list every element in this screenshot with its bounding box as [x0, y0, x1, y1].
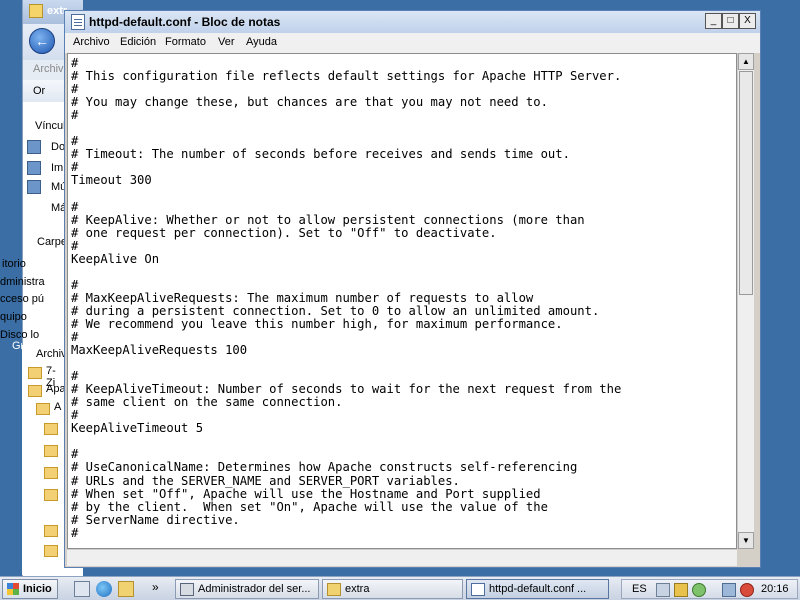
images-icon [27, 161, 41, 175]
explorer-sidebar-items: itorio dministra cceso pú quipo Disco lo [0, 250, 64, 360]
show-desktop-icon[interactable] [74, 581, 90, 597]
menu-bar: Archivo Edición Formato Ver Ayuda [65, 33, 760, 53]
scroll-up-icon[interactable]: ▲ [738, 53, 754, 70]
folder-icon [28, 367, 42, 379]
favorite-links-header: Víncul [35, 120, 66, 132]
vertical-scrollbar[interactable]: ▲ ▼ [737, 53, 754, 549]
tree-item-apache-sub[interactable]: A [54, 401, 61, 413]
clock[interactable]: 20:16 [761, 583, 789, 595]
notepad-title-bar[interactable]: httpd-default.conf - Bloc de notas _ □ X [65, 11, 760, 33]
quicklaunch-overflow-icon[interactable]: » [152, 580, 159, 594]
start-button[interactable]: Inicio [2, 579, 58, 599]
notepad-window[interactable]: httpd-default.conf - Bloc de notas _ □ X… [64, 10, 761, 568]
folder-icon [327, 583, 341, 596]
close-button[interactable]: X [739, 13, 756, 29]
explorer-quicklaunch-icon[interactable] [118, 581, 134, 597]
task-notepad[interactable]: httpd-default.conf ... [466, 579, 609, 599]
tree-item-apache[interactable]: Apa [46, 383, 66, 395]
menu-archivo[interactable]: Archivo [73, 36, 110, 48]
task-label: httpd-default.conf ... [489, 583, 587, 595]
notepad-icon [71, 14, 85, 30]
menu-formato[interactable]: Formato [165, 36, 206, 48]
windows-logo-icon [7, 583, 19, 595]
explorer-tree-items: Archiv 7-Zi Apa A [22, 345, 67, 575]
documents-icon [27, 140, 41, 154]
taskbar: Inicio » Administrador del ser... extra … [0, 576, 800, 600]
sidebar-item-acceso-publico[interactable]: cceso pú [0, 293, 44, 305]
maximize-button[interactable]: □ [722, 13, 739, 29]
notepad-icon [471, 583, 485, 596]
task-label: Administrador del ser... [198, 583, 311, 595]
start-label: Inicio [23, 583, 52, 595]
task-label: extra [345, 583, 370, 595]
sidebar-item-equipo[interactable]: quipo [0, 311, 27, 323]
update-icon[interactable] [692, 583, 706, 597]
folder-icon [44, 525, 58, 537]
task-server-manager[interactable]: Administrador del ser... [175, 579, 319, 599]
volume-muted-icon[interactable] [740, 583, 754, 597]
text-editor-area[interactable]: # # This configuration file reflects def… [67, 53, 737, 549]
bottom-border [67, 549, 737, 566]
menu-ver[interactable]: Ver [218, 36, 235, 48]
system-tray: ES 20:16 [621, 579, 798, 599]
network-icon[interactable] [656, 583, 670, 597]
menu-edicion[interactable]: Edición [120, 36, 156, 48]
server-manager-icon [180, 583, 194, 596]
folder-icon [36, 403, 50, 415]
internet-explorer-icon[interactable] [96, 581, 112, 597]
folder-icon [44, 445, 58, 457]
folder-icon [28, 385, 42, 397]
explorer-organize-label: Or [33, 85, 46, 97]
music-icon [27, 180, 41, 194]
task-extra[interactable]: extra [322, 579, 463, 599]
resize-corner[interactable] [737, 549, 754, 566]
scrollbar-thumb[interactable] [739, 71, 753, 295]
sidebar-item-directorio[interactable]: itorio [2, 258, 26, 270]
file-content[interactable]: # # This configuration file reflects def… [68, 54, 736, 540]
back-arrow-icon[interactable]: ← [29, 28, 55, 54]
folder-icon [44, 545, 58, 557]
sidebar-item-administracion[interactable]: dministra [0, 276, 45, 288]
folder-icon [44, 489, 58, 501]
folder-icon [44, 467, 58, 479]
folder-icon [44, 423, 58, 435]
window-title: httpd-default.conf - Bloc de notas [89, 15, 281, 29]
menu-ayuda[interactable]: Ayuda [246, 36, 277, 48]
scroll-down-icon[interactable]: ▼ [738, 532, 754, 549]
network-status-icon[interactable] [722, 583, 736, 597]
folders-header[interactable]: Carpe [37, 236, 67, 248]
language-indicator[interactable]: ES [632, 583, 647, 595]
folder-icon [29, 4, 43, 18]
security-icon[interactable] [674, 583, 688, 597]
sidebar-item-disco-local[interactable]: Disco lo [0, 329, 39, 341]
tree-item-archivos[interactable]: Archiv [36, 348, 67, 360]
minimize-button[interactable]: _ [705, 13, 722, 29]
